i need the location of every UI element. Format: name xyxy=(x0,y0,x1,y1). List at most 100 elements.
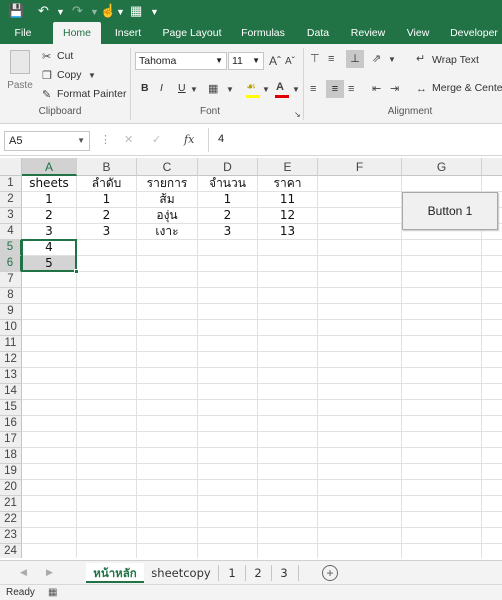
grid-cell[interactable] xyxy=(137,480,198,496)
grid-cell[interactable] xyxy=(198,352,258,368)
grid-cell[interactable] xyxy=(402,448,482,464)
grid-cell[interactable] xyxy=(22,416,77,432)
grid-cell[interactable] xyxy=(22,336,77,352)
grid-cell[interactable] xyxy=(137,336,198,352)
grid-cell[interactable] xyxy=(258,336,318,352)
grid-cell[interactable] xyxy=(402,352,482,368)
grid-cell[interactable] xyxy=(77,288,137,304)
redo-dropdown-icon[interactable]: ▼ xyxy=(90,5,99,20)
grid-cell[interactable]: องุ่น xyxy=(137,208,198,224)
align-bottom-icon[interactable]: ⊥ xyxy=(346,50,364,68)
grid-cell[interactable] xyxy=(482,384,502,400)
row-header[interactable]: 1 xyxy=(0,176,22,192)
grid-cell[interactable] xyxy=(402,336,482,352)
grid-cell[interactable] xyxy=(258,544,318,558)
grid-cell[interactable] xyxy=(318,416,402,432)
grid-cell[interactable]: ลำดับ xyxy=(77,176,137,192)
column-header[interactable]: D xyxy=(198,158,258,176)
grid-cell[interactable]: 4 xyxy=(22,240,77,256)
grid-cell[interactable] xyxy=(482,176,502,192)
undo-icon[interactable]: ↶ xyxy=(38,3,49,18)
bold-button[interactable]: B xyxy=(141,82,149,94)
increase-font-size-icon[interactable]: Aˆ xyxy=(269,54,281,68)
align-top-icon[interactable]: ⊤ xyxy=(310,52,320,66)
grid-cell[interactable] xyxy=(482,272,502,288)
italic-button[interactable]: I xyxy=(160,82,163,94)
grid-cell[interactable] xyxy=(402,528,482,544)
grid-cell[interactable]: 1 xyxy=(198,192,258,208)
grid-cell[interactable] xyxy=(482,400,502,416)
grid-cell[interactable] xyxy=(198,544,258,558)
form-button[interactable]: Button 1 xyxy=(402,192,498,230)
grid-cell[interactable] xyxy=(482,240,502,256)
row-header[interactable]: 11 xyxy=(0,336,22,352)
grid-cell[interactable] xyxy=(318,352,402,368)
grid-cell[interactable] xyxy=(137,384,198,400)
scroll-right-icon[interactable]: ▶ xyxy=(46,565,53,579)
grid-cell[interactable] xyxy=(402,320,482,336)
tab-review[interactable]: Review xyxy=(346,22,390,44)
grid-cell[interactable] xyxy=(77,352,137,368)
grid-cell[interactable] xyxy=(198,496,258,512)
grid-cell[interactable] xyxy=(258,416,318,432)
grid-cell[interactable] xyxy=(137,400,198,416)
wrap-text-button[interactable]: Wrap Text xyxy=(432,54,479,66)
grid-cell[interactable] xyxy=(402,480,482,496)
grid-cell[interactable] xyxy=(482,352,502,368)
row-header[interactable]: 6 xyxy=(0,256,22,272)
underline-button[interactable]: U xyxy=(178,82,186,94)
grid-cell[interactable] xyxy=(137,528,198,544)
grid-cell[interactable] xyxy=(22,368,77,384)
grid-cell[interactable] xyxy=(77,416,137,432)
grid-cell[interactable] xyxy=(318,336,402,352)
grid-cell[interactable] xyxy=(198,304,258,320)
grid-cell[interactable] xyxy=(402,240,482,256)
grid-cell[interactable]: ส้ม xyxy=(137,192,198,208)
row-header[interactable]: 13 xyxy=(0,368,22,384)
tab-file[interactable]: File xyxy=(6,22,40,44)
grid-cell[interactable]: 13 xyxy=(258,224,318,240)
grid-cell[interactable] xyxy=(318,240,402,256)
grid-cell[interactable] xyxy=(482,336,502,352)
grid-cell[interactable] xyxy=(77,400,137,416)
fill-handle[interactable] xyxy=(74,269,79,274)
font-color-icon[interactable]: A xyxy=(276,80,284,94)
grid-cell[interactable] xyxy=(198,256,258,272)
grid-cell[interactable] xyxy=(198,240,258,256)
row-header[interactable]: 5 xyxy=(0,240,22,256)
grid-cell[interactable] xyxy=(258,400,318,416)
sheet-tab-sheetcopy[interactable]: sheetcopy xyxy=(148,563,214,583)
align-left-icon[interactable]: ≡ xyxy=(310,82,316,96)
grid-cell[interactable]: 1 xyxy=(22,192,77,208)
grid-cell[interactable] xyxy=(318,448,402,464)
grid-cell[interactable] xyxy=(258,368,318,384)
align-center-icon[interactable]: ≡ xyxy=(326,80,344,98)
grid-cell[interactable] xyxy=(22,496,77,512)
grid-cell[interactable] xyxy=(137,432,198,448)
grid-cell[interactable] xyxy=(137,272,198,288)
underline-dropdown-icon[interactable]: ▼ xyxy=(190,83,198,97)
grid-cell[interactable] xyxy=(402,176,482,192)
name-box[interactable]: A5 ▼ xyxy=(4,131,90,151)
grid-cell[interactable] xyxy=(198,448,258,464)
font-dialog-launcher-icon[interactable]: ↘ xyxy=(294,108,301,122)
grid-cell[interactable] xyxy=(77,480,137,496)
grid-cell[interactable] xyxy=(137,464,198,480)
grid-cell[interactable] xyxy=(258,496,318,512)
row-header[interactable]: 14 xyxy=(0,384,22,400)
grid-cell[interactable] xyxy=(318,224,402,240)
grid-cell[interactable] xyxy=(318,384,402,400)
grid-cell[interactable] xyxy=(318,400,402,416)
row-header[interactable]: 20 xyxy=(0,480,22,496)
paste-button[interactable]: Paste xyxy=(4,48,36,100)
grid-cell[interactable] xyxy=(22,528,77,544)
grid-cell[interactable] xyxy=(482,416,502,432)
grid-cell[interactable] xyxy=(402,272,482,288)
formula-input[interactable]: 4 xyxy=(218,133,224,145)
grid-cell[interactable] xyxy=(258,256,318,272)
grid-cell[interactable] xyxy=(482,368,502,384)
grid-cell[interactable] xyxy=(77,496,137,512)
grid-cell[interactable] xyxy=(318,432,402,448)
grid-cell[interactable] xyxy=(402,304,482,320)
save-icon[interactable]: 💾 xyxy=(8,3,24,18)
